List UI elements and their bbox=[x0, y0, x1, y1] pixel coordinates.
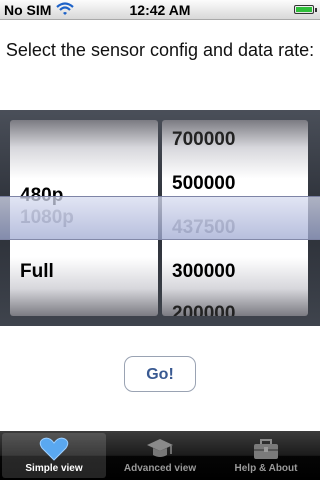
tab-label: Help & About bbox=[234, 463, 298, 474]
tab-label: Advanced view bbox=[123, 463, 197, 474]
picker-selection-indicator bbox=[0, 196, 320, 240]
heart-icon bbox=[39, 437, 69, 461]
toolbox-icon bbox=[254, 439, 278, 459]
rate-option-200000[interactable]: 200000 bbox=[162, 292, 308, 316]
status-bar: No SIM 12:42 AM bbox=[0, 0, 320, 20]
tab-bar: Simple view Advanced view Help & About bbox=[0, 431, 320, 480]
tab-advanced-view[interactable]: Advanced view bbox=[108, 433, 212, 478]
tab-help-about[interactable]: Help & About bbox=[214, 433, 318, 478]
status-time: 12:42 AM bbox=[129, 2, 191, 18]
tab-label: Simple view bbox=[25, 463, 83, 474]
config-rate-picker[interactable]: 480p 1080p Full 700000 500000 437500 300… bbox=[0, 110, 320, 326]
graduation-cap-icon bbox=[147, 439, 173, 457]
battery-level-fill bbox=[296, 7, 312, 12]
rate-option-300000[interactable]: 300000 bbox=[162, 250, 308, 294]
rate-option-700000[interactable]: 700000 bbox=[162, 120, 308, 162]
battery-icon bbox=[294, 5, 317, 14]
tab-simple-view[interactable]: Simple view bbox=[2, 433, 106, 478]
config-option-full[interactable]: Full bbox=[10, 250, 158, 294]
go-button[interactable]: Go! bbox=[124, 356, 196, 392]
instruction-text: Select the sensor config and data rate: bbox=[5, 40, 315, 60]
